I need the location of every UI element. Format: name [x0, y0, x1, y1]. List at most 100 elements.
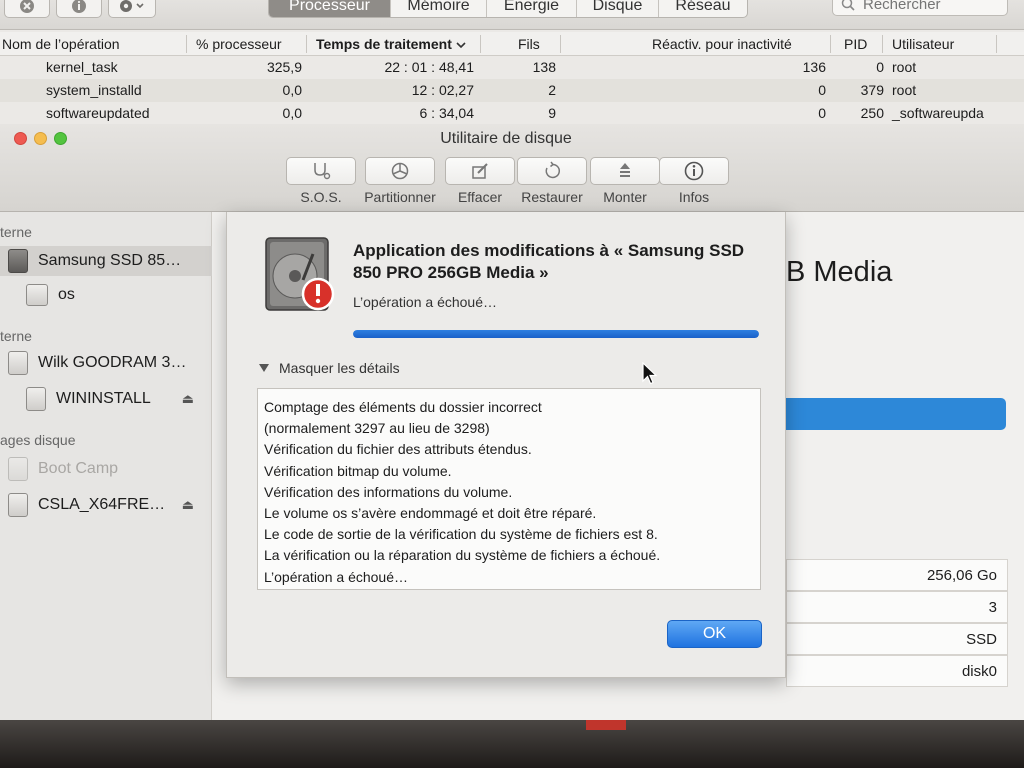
usage-bar — [786, 398, 1006, 430]
process-threads: 138 — [532, 59, 556, 75]
process-name: system_installd — [46, 82, 142, 98]
volume-icon — [26, 387, 46, 411]
erase-button[interactable]: Effacer — [444, 157, 516, 205]
disk-image-icon — [8, 493, 28, 517]
search-input[interactable] — [863, 0, 1003, 13]
process-idle-wakeups: 136 — [802, 59, 826, 75]
sidebar-item-os[interactable]: os — [0, 280, 212, 310]
sos-button-label: S.O.S. — [300, 189, 342, 205]
tab-energie[interactable]: Énergie — [487, 0, 577, 17]
action-menu-button[interactable] — [108, 0, 156, 18]
column-header-user[interactable]: Utilisateur — [892, 34, 954, 54]
process-name: kernel_task — [46, 59, 118, 75]
sidebar-item-label: Boot Camp — [38, 460, 119, 477]
column-header-idle-wakeups[interactable]: Réactiv. pour inactivité — [652, 34, 792, 54]
stop-process-button[interactable] — [4, 0, 50, 18]
eject-icon[interactable]: ⏏ — [182, 497, 194, 513]
process-cpu: 325,9 — [266, 59, 302, 75]
erase-icon — [472, 163, 488, 179]
column-header-threads[interactable]: Fils — [518, 34, 540, 54]
dock-indicator — [586, 720, 626, 730]
sidebar-item-goodram[interactable]: Wilk GOODRAM 3… — [0, 348, 212, 378]
stethoscope-icon — [314, 163, 331, 180]
info-type: SSD — [786, 623, 1008, 655]
column-header-time[interactable]: Temps de traitement — [316, 34, 466, 54]
dialog-title: Application des modifications à « Samsun… — [353, 241, 745, 282]
tab-memoire[interactable]: Mémoire — [391, 0, 487, 17]
process-user: root — [892, 82, 917, 98]
partition-button[interactable]: Partitionner — [364, 157, 436, 205]
ok-button[interactable]: OK — [667, 620, 762, 648]
partition-button-label: Partitionner — [364, 189, 436, 205]
log-line: Vérification bitmap du volume. — [264, 462, 452, 479]
process-time: 22 : 01 : 48,41 — [384, 59, 474, 75]
sort-descending-icon — [456, 42, 466, 49]
info-button[interactable]: Infos — [658, 157, 730, 205]
column-header-pid[interactable]: PID — [844, 34, 867, 54]
stop-icon — [20, 0, 34, 13]
inspect-process-button[interactable] — [56, 0, 102, 18]
search-field[interactable] — [832, 0, 1008, 16]
process-user: _softwareupda — [892, 105, 984, 121]
log-line: (normalement 3297 au lieu de 3298) — [264, 420, 490, 437]
process-idle-wakeups: 0 — [818, 82, 826, 98]
sidebar-item-label: Wilk GOODRAM 3… — [38, 354, 187, 371]
sidebar-item-boot-camp[interactable]: Boot Camp — [0, 454, 212, 484]
process-cpu: 0,0 — [282, 105, 302, 121]
sidebar-section-internal: terne — [0, 224, 32, 240]
search-icon — [841, 0, 855, 11]
process-pid: 250 — [860, 105, 884, 121]
info-value: SSD — [966, 631, 997, 648]
disk-title: B Media — [786, 256, 893, 288]
volume-icon — [26, 284, 48, 306]
sidebar-item-wininstall[interactable]: WININSTALL ⏏ — [0, 384, 212, 414]
info-button-label: Infos — [678, 189, 710, 205]
hard-disk-error-icon — [265, 237, 335, 311]
screen-bezel — [0, 720, 1024, 768]
info-icon — [72, 0, 86, 13]
info-value: disk0 — [961, 663, 997, 680]
mount-icon — [620, 163, 630, 177]
tab-processeur[interactable]: Processeur — [269, 0, 391, 17]
info-value: 256,06 Go — [926, 567, 997, 584]
table-row[interactable]: softwareupdated 0,0 6 : 34,04 9 0 250 _s… — [0, 102, 1024, 125]
restore-button[interactable]: Restaurer — [516, 157, 588, 205]
table-row[interactable]: system_installd 0,0 12 : 02,27 2 0 379 r… — [0, 79, 1024, 102]
table-row[interactable]: kernel_task 325,9 22 : 01 : 48,41 138 13… — [0, 56, 1024, 79]
process-time: 6 : 34,04 — [419, 105, 475, 121]
log-line: L’opération a échoué… — [264, 568, 408, 585]
sidebar-item-label: Samsung SSD 85… — [38, 252, 182, 269]
internal-disk-icon — [8, 249, 28, 273]
process-name: softwareupdated — [46, 105, 150, 121]
info-device: disk0 — [786, 655, 1008, 687]
disk-sidebar: terne Samsung SSD 85… os terne Wilk GOOD… — [0, 212, 212, 720]
eject-icon[interactable]: ⏏ — [182, 391, 194, 407]
mount-button[interactable]: Monter — [589, 157, 661, 205]
process-pid: 379 — [860, 82, 884, 98]
details-disclosure[interactable]: Masquer les détails — [259, 360, 400, 376]
sidebar-item-label: CSLA_X64FRE… — [38, 496, 166, 513]
sos-button[interactable]: S.O.S. — [285, 157, 357, 205]
process-cpu: 0,0 — [282, 82, 302, 98]
sidebar-item-label: os — [58, 286, 75, 303]
sidebar-item-csla[interactable]: CSLA_X64FRE… ⏏ — [0, 490, 212, 520]
tab-disque[interactable]: Disque — [577, 0, 659, 17]
log-line: Le volume os s’avère endommagé et doit ê… — [264, 504, 597, 521]
mount-button-label: Monter — [603, 189, 647, 205]
erase-button-label: Effacer — [457, 189, 503, 205]
log-line: Vérification des informations du volume. — [264, 483, 513, 500]
tab-reseau[interactable]: Réseau — [659, 0, 747, 17]
error-dialog: Application des modifications à « Samsun… — [226, 212, 786, 678]
restore-button-label: Restaurer — [521, 189, 583, 205]
details-log[interactable]: Comptage des éléments du dossier incorre… — [257, 388, 761, 590]
details-toggle-label: Masquer les détails — [279, 360, 400, 376]
sidebar-item-samsung-ssd[interactable]: Samsung SSD 85… — [0, 246, 212, 276]
mouse-pointer-icon — [642, 362, 658, 385]
info-capacity: 256,06 Go — [786, 559, 1008, 591]
partition-icon — [391, 162, 409, 180]
column-header-cpu[interactable]: % processeur — [196, 34, 282, 54]
sidebar-item-label: WININSTALL — [56, 390, 151, 407]
external-disk-icon — [8, 351, 28, 375]
column-header-name[interactable]: Nom de l’opération — [2, 34, 120, 54]
info-child-count: 3 — [786, 591, 1008, 623]
